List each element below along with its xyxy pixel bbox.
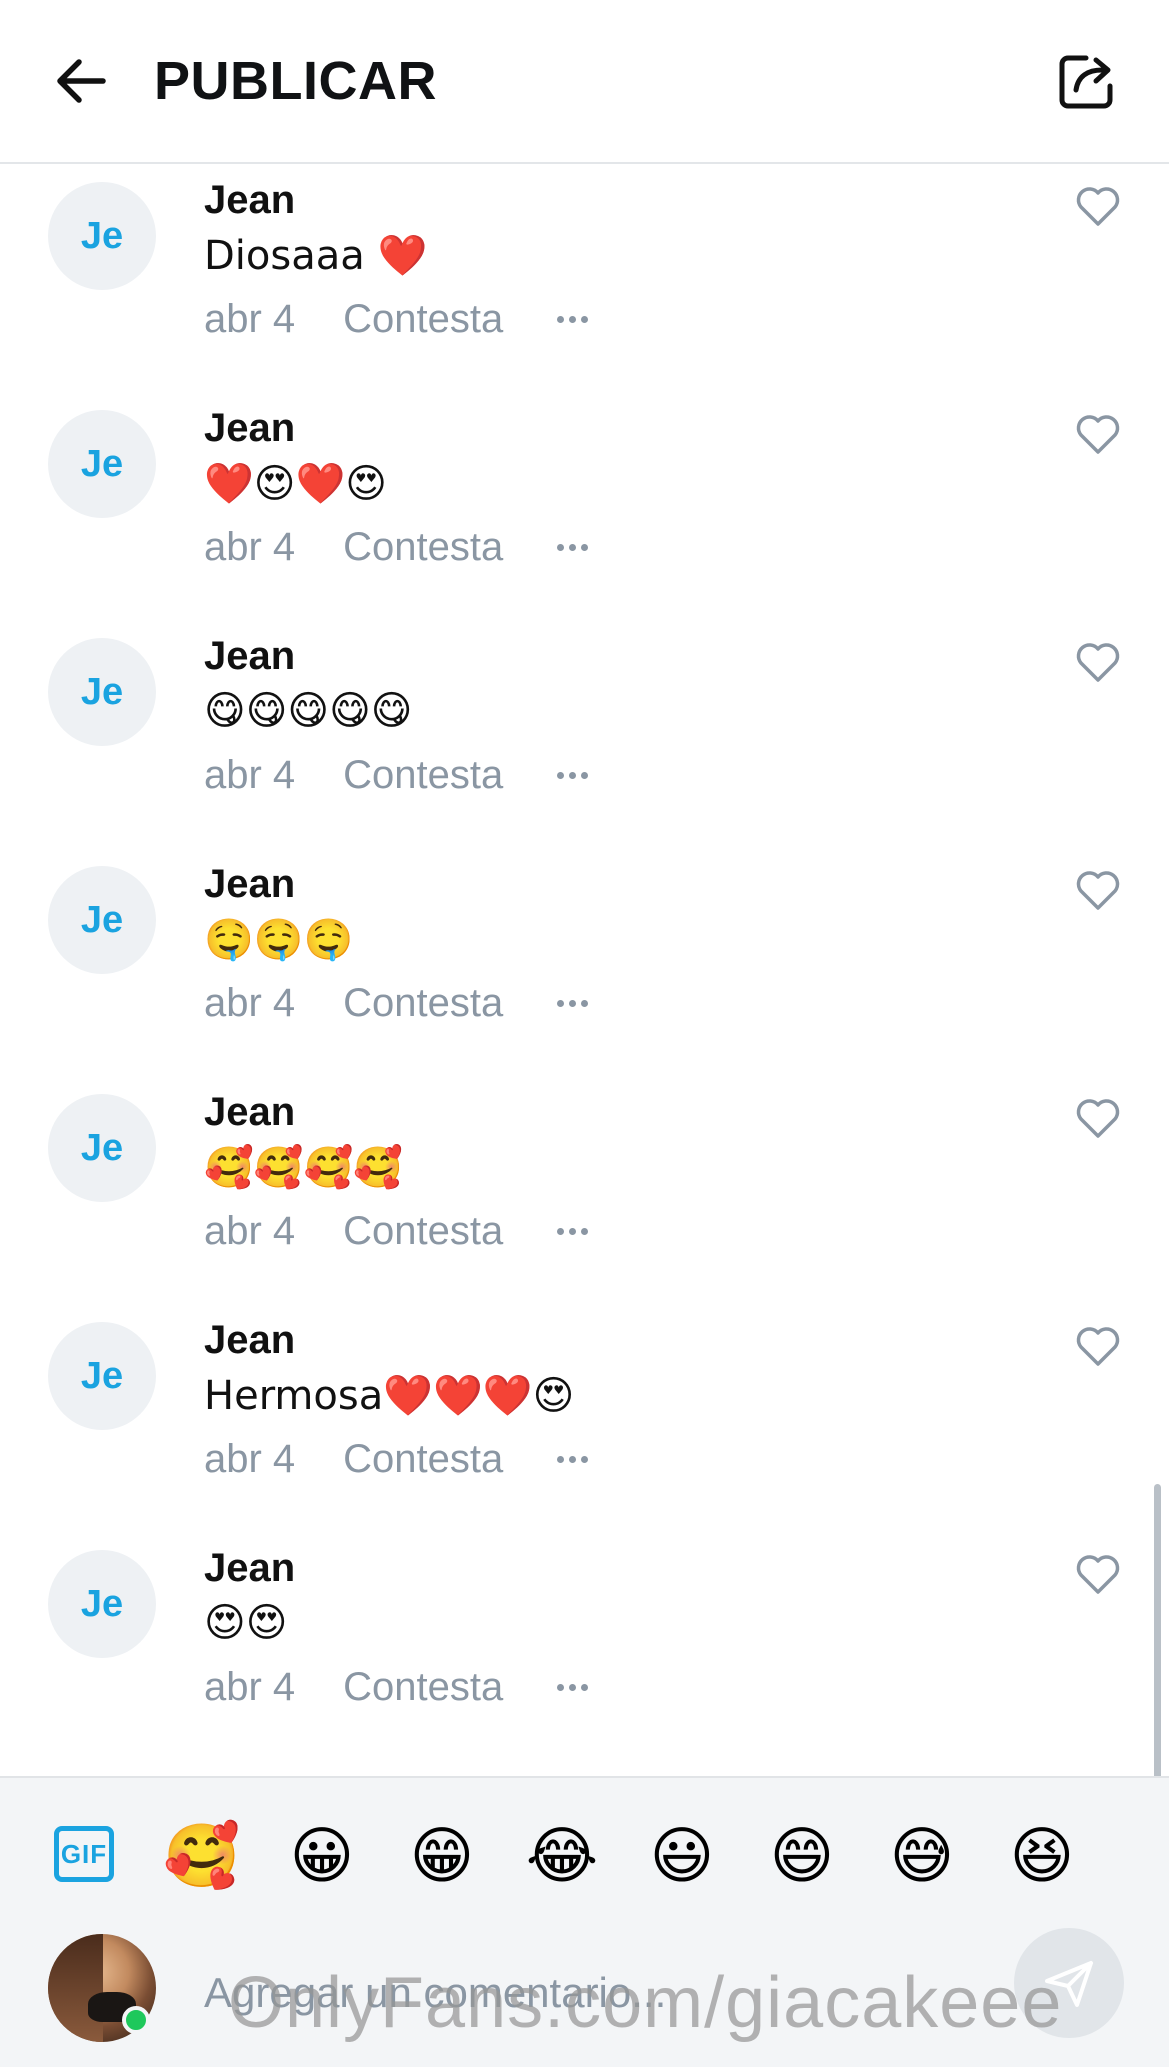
reply-button[interactable]: Contesta [343,297,503,342]
heart-icon[interactable] [1072,408,1124,460]
heart-icon[interactable] [1072,1092,1124,1144]
avatar[interactable]: Je [48,638,156,746]
comment-meta: abr 4 Contesta [204,1206,589,1256]
comment-date: abr 4 [204,1436,296,1481]
comment-text: 😋😋😋😋😋 [204,688,413,734]
quick-emoji-bar: GIF 🥰 😀 😁 😂 😃 😄 😅 😆 [0,1776,1169,1928]
comment-author[interactable]: Jean [204,1546,295,1591]
emoji-option[interactable]: 😆 [994,1808,1090,1904]
back-button[interactable] [48,48,114,114]
comment-meta: abr 4 Contesta [204,522,589,572]
avatar[interactable]: Je [48,1322,156,1430]
emoji-option[interactable]: 😃 [634,1808,730,1904]
emoji-option[interactable]: 😁 [394,1808,490,1904]
comment-composer [0,1928,1169,2067]
comment-item: Je Jean 😍😍 abr 4 Contesta [0,1534,1169,1762]
online-status-dot [122,2006,150,2034]
comment-author[interactable]: Jean [204,1090,295,1135]
top-bar: PUBLICAR [0,0,1169,164]
comment-meta: abr 4 Contesta [204,1434,589,1484]
send-button[interactable] [1014,1928,1124,2038]
more-options-icon[interactable] [557,1450,589,1469]
comment-item: Je Jean 🥰🥰🥰🥰 abr 4 Contesta [0,1078,1169,1306]
heart-icon[interactable] [1072,180,1124,232]
more-options-icon[interactable] [557,1222,589,1241]
comment-input[interactable] [204,1958,984,2028]
avatar[interactable]: Je [48,410,156,518]
page-title: PUBLICAR [154,51,437,111]
more-options-icon[interactable] [557,1678,589,1697]
gif-button[interactable]: GIF [54,1826,114,1882]
share-icon [1059,55,1113,109]
avatar[interactable]: Je [48,866,156,974]
comment-date: abr 4 [204,752,296,797]
comment-meta: abr 4 Contesta [204,750,589,800]
comment-author[interactable]: Jean [204,1318,295,1363]
comment-item: Je Jean 🤤🤤🤤 abr 4 Contesta [0,850,1169,1078]
emoji-option[interactable]: 😀 [274,1808,370,1904]
comment-text: Diosaaa ❤️ [204,233,428,279]
emoji-option[interactable]: 😅 [874,1808,970,1904]
comment-list: Je Jean Diosaaa ❤️ abr 4 Contesta Je Jean ❤️😍❤️… [0,166,1169,1762]
heart-icon[interactable] [1072,1548,1124,1600]
reply-button[interactable]: Contesta [343,1437,503,1482]
comment-meta: abr 4 Contesta [204,978,589,1028]
reply-button[interactable]: Contesta [343,1665,503,1710]
comment-item: Je Jean Hermosa❤️❤️❤️😍 abr 4 Contesta [0,1306,1169,1534]
comment-text: 😍😍 [204,1600,288,1646]
comment-text: 🥰🥰🥰🥰 [204,1145,404,1191]
reply-button[interactable]: Contesta [343,981,503,1026]
reply-button[interactable]: Contesta [343,753,503,798]
comment-meta: abr 4 Contesta [204,294,589,344]
post-comments-screen: PUBLICAR Je Jean Diosaaa ❤️ abr 4 Contesta Je… [0,0,1169,2067]
comment-date: abr 4 [204,980,296,1025]
share-button[interactable] [1050,44,1124,118]
emoji-option[interactable]: 😂 [514,1808,610,1904]
avatar[interactable]: Je [48,1094,156,1202]
more-options-icon[interactable] [557,766,589,785]
avatar[interactable]: Je [48,1550,156,1658]
comment-author[interactable]: Jean [204,634,295,679]
comment-text: 🤤🤤🤤 [204,917,354,963]
comment-author[interactable]: Jean [204,862,295,907]
comment-meta: abr 4 Contesta [204,1662,589,1712]
emoji-option[interactable]: 🥰 [154,1808,250,1904]
reply-button[interactable]: Contesta [343,1209,503,1254]
heart-icon[interactable] [1072,636,1124,688]
comment-item: Je Jean 😋😋😋😋😋 abr 4 Contesta [0,622,1169,850]
comment-date: abr 4 [204,296,296,341]
more-options-icon[interactable] [557,538,589,557]
more-options-icon[interactable] [557,310,589,329]
heart-icon[interactable] [1072,1320,1124,1372]
emoji-option[interactable]: 😄 [754,1808,850,1904]
heart-icon[interactable] [1072,864,1124,916]
comment-date: abr 4 [204,1208,296,1253]
avatar[interactable]: Je [48,182,156,290]
reply-button[interactable]: Contesta [343,525,503,570]
comment-author[interactable]: Jean [204,406,295,451]
more-options-icon[interactable] [557,994,589,1013]
comment-date: abr 4 [204,1664,296,1709]
comment-item: Je Jean ❤️😍❤️😍 abr 4 Contesta [0,394,1169,622]
comment-item: Je Jean Diosaaa ❤️ abr 4 Contesta [0,166,1169,394]
comment-author[interactable]: Jean [204,178,295,223]
comment-text: ❤️😍❤️😍 [204,461,388,507]
send-icon [1045,1961,1093,2007]
comment-text: Hermosa❤️❤️❤️😍 [204,1373,575,1419]
comment-date: abr 4 [204,524,296,569]
arrow-left-icon [57,59,106,103]
